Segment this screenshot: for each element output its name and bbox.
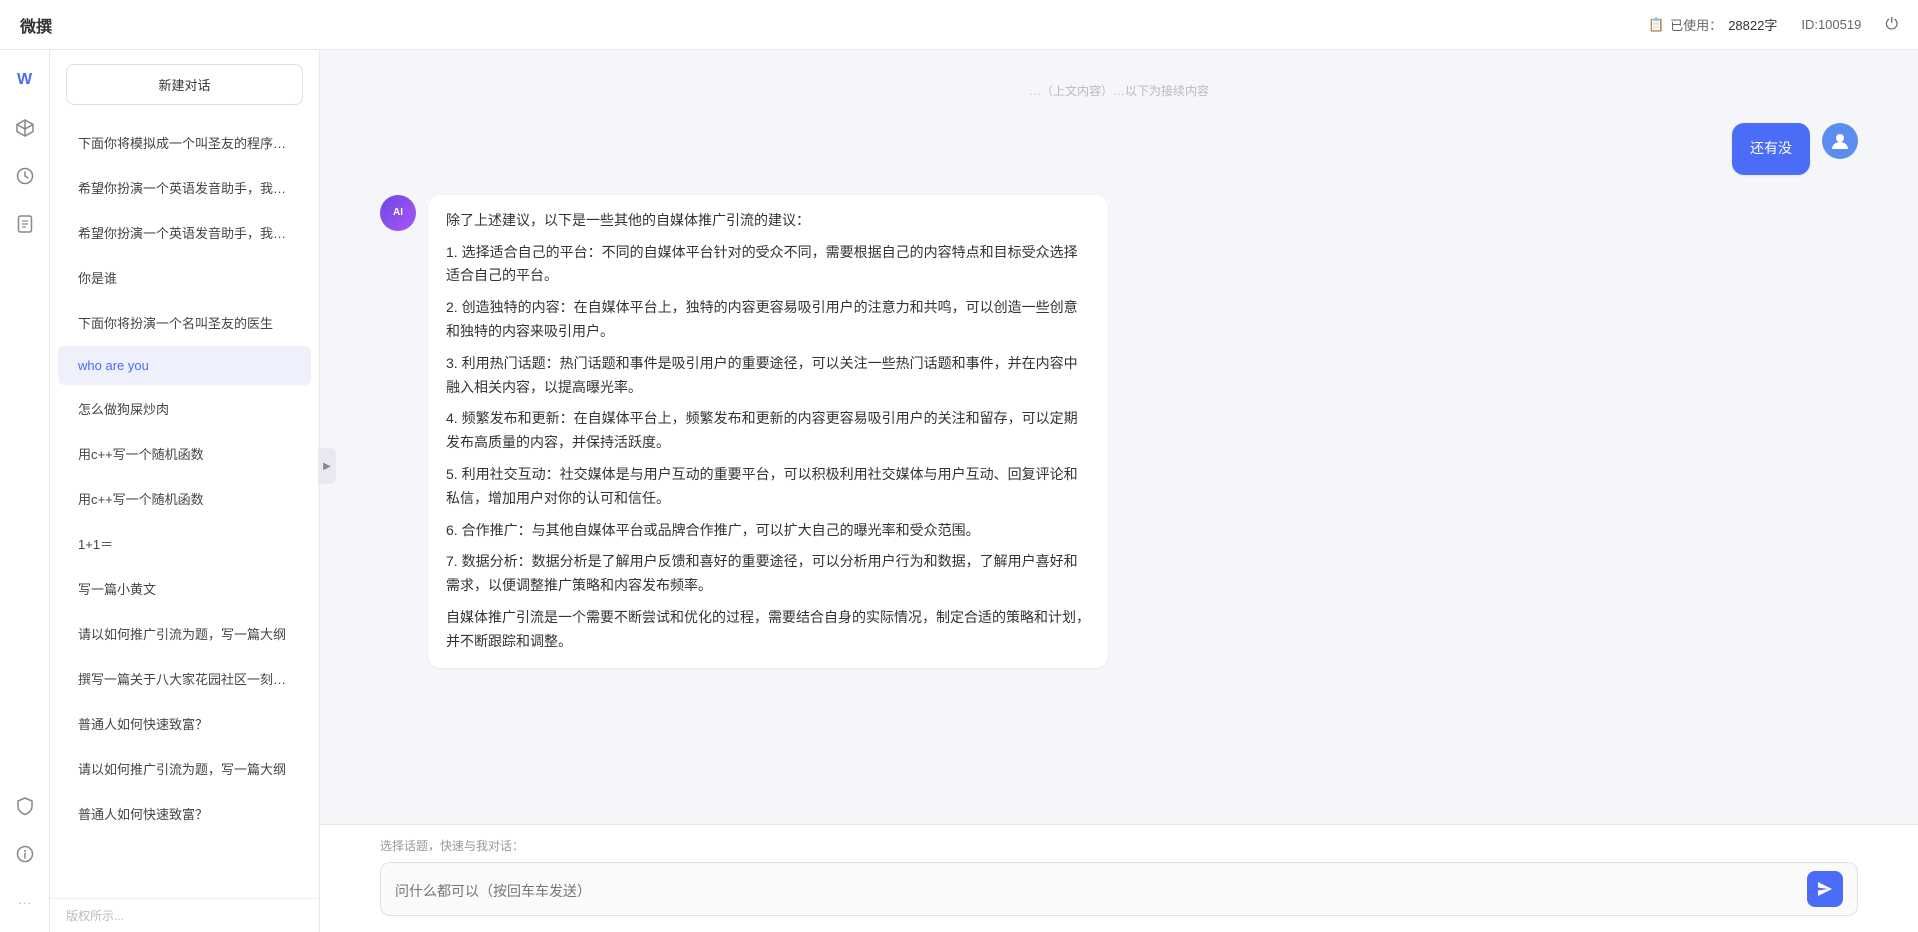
usage-icon: 📋 (1648, 17, 1664, 33)
chat-sidebar: 新建对话 下面你将模拟成一个叫圣友的程序员，我说...希望你扮演一个英语发音助手… (50, 50, 320, 932)
chat-list-item[interactable]: 请以如何推广引流为题，写一篇大纲 (58, 747, 311, 790)
message-row-user: 还有没 (380, 123, 1858, 175)
message-paragraph: 6. 合作推广：与其他自媒体平台或品牌合作推广，可以扩大自己的曝光率和受众范围。 (446, 519, 1090, 543)
chat-input[interactable] (395, 881, 1797, 897)
app-title: 微撰 (20, 13, 52, 37)
doc-icon[interactable] (11, 210, 39, 238)
chat-list-item[interactable]: 希望你扮演一个英语发音助手，我提供给你... (58, 166, 311, 209)
topbar-right: 📋 已使用： 28822字 ID:100519 ⏻ (1648, 15, 1898, 34)
message-bubble-ai: 除了上述建议，以下是一些其他的自媒体推广引流的建议： 1. 选择适合自己的平台：不… (428, 195, 1108, 668)
chat-list-item[interactable]: who are you (58, 346, 311, 385)
power-icon[interactable]: ⏻ (1885, 16, 1898, 34)
message-paragraph: 除了上述建议，以下是一些其他的自媒体推广引流的建议： (446, 209, 1090, 233)
chat-list-item[interactable]: 1+1＝ (58, 522, 311, 565)
input-row (380, 862, 1858, 916)
chat-list-item[interactable]: 希望你扮演一个英语发音助手，我提供给你... (58, 211, 311, 254)
sidebar-bottom: 版权所示... (50, 898, 319, 932)
chat-list-item[interactable]: 怎么做狗屎炒肉 (58, 387, 311, 430)
chat-list-item[interactable]: 用c++写一个随机函数 (58, 477, 311, 520)
usage-info: 📋 已使用： 28822字 (1648, 15, 1777, 34)
quick-topics-label: 选择话题，快速与我对话： (380, 837, 1858, 854)
chat-list-item[interactable]: 用c++写一个随机函数 (58, 432, 311, 475)
ai-avatar: AI (380, 195, 416, 231)
shield-icon[interactable] (11, 792, 39, 820)
message-paragraph: 2. 创造独特的内容：在自媒体平台上，独特的内容更容易吸引用户的注意力和共鸣，可… (446, 296, 1090, 344)
collapse-toggle[interactable]: ▶ (318, 448, 336, 484)
chat-list-item[interactable]: 普通人如何快速致富？ (58, 702, 311, 745)
new-chat-button[interactable]: 新建对话 (66, 64, 303, 105)
messages-container: …（上文内容）…以下为接续内容 还有没 AI 除了上述建议，以下是一些其他的自媒体推… (320, 50, 1918, 824)
icon-sidebar: W ··· (0, 50, 50, 932)
chat-list-item[interactable]: 下面你将扮演一个名叫圣友的医生 (58, 301, 311, 344)
chat-list-item[interactable]: 请以如何推广引流为题，写一篇大纲 (58, 612, 311, 655)
message-paragraph: 自媒体推广引流是一个需要不断尝试和优化的过程，需要结合自身的实际情况，制定合适的… (446, 606, 1090, 654)
message-paragraph: 7. 数据分析：数据分析是了解用户反馈和喜好的重要途径，可以分析用户行为和数据，… (446, 550, 1090, 598)
clock-icon[interactable] (11, 162, 39, 190)
logo-icon[interactable]: W (11, 66, 39, 94)
usage-label: 已使用： (1670, 15, 1722, 34)
usage-value: 28822字 (1728, 15, 1777, 34)
chat-list-item[interactable]: 你是谁 (58, 256, 311, 299)
message-paragraph: 3. 利用热门话题：热门话题和事件是吸引用户的重要途径，可以关注一些热门话题和事… (446, 352, 1090, 400)
chat-list-item[interactable]: 写一篇小黄文 (58, 567, 311, 610)
chat-list-item[interactable]: 下面你将模拟成一个叫圣友的程序员，我说... (58, 121, 311, 164)
chat-main: …（上文内容）…以下为接续内容 还有没 AI 除了上述建议，以下是一些其他的自媒体推… (320, 50, 1918, 932)
message-bubble-user: 还有没 (1732, 123, 1810, 175)
info-icon[interactable] (11, 840, 39, 868)
chat-list-item[interactable]: 撰写一篇关于八大家花园社区一刻钟便民生... (58, 657, 311, 700)
main-layout: W ··· 新建对话 下面你将模拟成一个叫圣友的程序员，我说...希望你扮演一个… (0, 50, 1918, 932)
chat-list: 下面你将模拟成一个叫圣友的程序员，我说...希望你扮演一个英语发音助手，我提供给… (50, 119, 319, 898)
input-area: 选择话题，快速与我对话： (320, 824, 1918, 932)
bottom-text: 版权所示... (66, 909, 124, 923)
message-row-ai: AI 除了上述建议，以下是一些其他的自媒体推广引流的建议： 1. 选择适合自己的平台… (380, 195, 1858, 668)
topbar: 微撰 📋 已使用： 28822字 ID:100519 ⏻ (0, 0, 1918, 50)
message-paragraph: 1. 选择适合自己的平台：不同的自媒体平台针对的受众不同，需要根据自己的内容特点… (446, 241, 1090, 289)
chat-list-item[interactable]: 普通人如何快速致富？ (58, 792, 311, 835)
user-id: ID:100519 (1801, 17, 1861, 32)
message-paragraph: 4. 频繁发布和更新：在自媒体平台上，频繁发布和更新的内容更容易吸引用户的关注和… (446, 407, 1090, 455)
message-paragraph: 5. 利用社交互动：社交媒体是与用户互动的重要平台，可以积极利用社交媒体与用户互… (446, 463, 1090, 511)
cube-icon[interactable] (11, 114, 39, 142)
dots-icon[interactable]: ··· (11, 888, 39, 916)
user-avatar (1822, 123, 1858, 159)
truncated-indicator: …（上文内容）…以下为接续内容 (380, 70, 1858, 111)
send-button[interactable] (1807, 871, 1843, 907)
